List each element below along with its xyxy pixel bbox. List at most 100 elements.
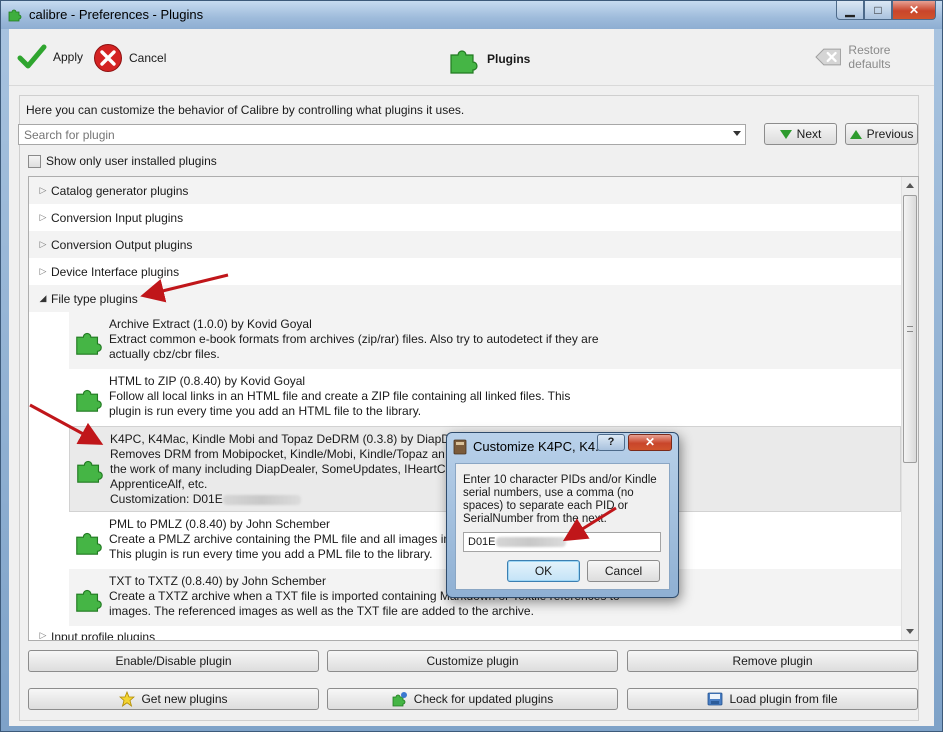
category-label: Catalog generator plugins: [51, 183, 189, 198]
dropdown-arrow-icon[interactable]: [733, 131, 741, 136]
plugins-section-label: Plugins: [487, 52, 531, 66]
plugin-name: K4PC, K4Mac, Kindle Mobi and Topaz DeDRM…: [110, 432, 464, 446]
customize-plugin-dialog: Customize K4PC, K4... ? ✕ Enter 10 chara…: [446, 432, 679, 598]
remove-plugin-button[interactable]: Remove plugin: [627, 650, 918, 672]
plugin-search-input[interactable]: [19, 125, 719, 144]
book-icon: [453, 439, 467, 455]
plugin-name: HTML to ZIP (0.8.40) by Kovid Goyal: [109, 374, 306, 388]
next-button[interactable]: Next: [764, 123, 837, 145]
previous-button[interactable]: Previous: [845, 123, 918, 145]
check-updated-plugins-label: Check for updated plugins: [413, 692, 554, 706]
dialog-body: Enter 10 character PIDs and/or Kindle se…: [455, 463, 670, 590]
puzzle-piece-icon: [76, 332, 102, 355]
plugin-description: Follow all local links in an HTML file a…: [109, 389, 571, 403]
intro-text: Here you can customize the behavior of C…: [26, 103, 465, 117]
customization-label: Customization: D01E: [110, 492, 223, 506]
expand-arrow-icon[interactable]: ▷: [29, 239, 51, 250]
enable-disable-plugin-button[interactable]: Enable/Disable plugin: [28, 650, 319, 672]
scrollbar-thumb[interactable]: [903, 195, 917, 463]
category-label: Input profile plugins: [51, 630, 156, 641]
ok-button[interactable]: OK: [507, 560, 580, 582]
preferences-client: Apply Cancel Plugins Restore defaults He…: [9, 29, 934, 726]
redacted-value: [222, 494, 301, 505]
close-button[interactable]: ✕: [892, 1, 936, 20]
enable-disable-label: Enable/Disable plugin: [115, 654, 232, 668]
puzzle-piece-icon: [8, 9, 22, 22]
user-plugins-label: Show only user installed plugins: [46, 154, 217, 168]
plugin-item-html-to-zip[interactable]: HTML to ZIP (0.8.40) by Kovid Goyal Foll…: [69, 369, 901, 426]
preferences-toolbar: Apply Cancel Plugins Restore defaults: [9, 29, 934, 86]
checkmark-icon: [17, 44, 47, 69]
get-new-plugins-button[interactable]: Get new plugins: [28, 688, 319, 710]
category-row-catalog[interactable]: ▷ Catalog generator plugins: [29, 177, 901, 204]
previous-label: Previous: [866, 127, 914, 141]
remove-plugin-label: Remove plugin: [732, 654, 813, 668]
expand-arrow-icon[interactable]: ▷: [29, 266, 51, 277]
scroll-up-icon[interactable]: [906, 183, 914, 188]
plugin-description-cont: plugin is run every time you add an HTML…: [109, 404, 422, 418]
puzzle-piece-icon: [76, 389, 102, 412]
plugin-description-cont: This plugin is run every time you add a …: [109, 547, 433, 561]
plugin-name: PML to PMLZ (0.8.40) by John Schember: [109, 517, 330, 531]
puzzle-piece-icon: [77, 460, 103, 483]
category-row-device-interface[interactable]: ▷ Device Interface plugins: [29, 258, 901, 285]
next-label: Next: [796, 127, 822, 141]
dialog-close-button[interactable]: ✕: [628, 434, 672, 451]
customize-plugin-button[interactable]: Customize plugin: [327, 650, 618, 672]
collapse-arrow-icon[interactable]: ◢: [29, 293, 51, 304]
puzzle-piece-icon: [76, 532, 102, 555]
minimize-button[interactable]: ▁: [836, 1, 864, 20]
title-bar[interactable]: calibre - Preferences - Plugins ▁ □ ✕: [1, 1, 942, 29]
load-plugin-from-file-button[interactable]: Load plugin from file: [627, 688, 918, 710]
disk-icon: [708, 692, 723, 706]
category-label: Device Interface plugins: [51, 264, 180, 279]
category-label: File type plugins: [51, 291, 138, 306]
expand-arrow-icon[interactable]: ▷: [29, 630, 51, 640]
get-new-plugins-label: Get new plugins: [141, 692, 228, 706]
puzzle-update-icon: [392, 692, 407, 707]
arrow-up-icon: [849, 129, 862, 139]
plugin-description-cont: actually cbz/cbr files.: [109, 347, 220, 361]
expand-arrow-icon[interactable]: ▷: [29, 185, 51, 196]
apply-label: Apply: [53, 50, 84, 64]
restore-defaults-button[interactable]: Restore defaults: [815, 43, 934, 71]
arrow-down-icon: [779, 129, 792, 139]
pid-input[interactable]: D01E: [463, 532, 661, 552]
category-row-input-profile[interactable]: ▷ Input profile plugins: [29, 626, 901, 641]
category-row-conversion-input[interactable]: ▷ Conversion Input plugins: [29, 204, 901, 231]
user-plugins-filter[interactable]: Show only user installed plugins: [28, 154, 217, 168]
plugin-description-cont: ApprenticeAlf, etc.: [110, 477, 208, 491]
plugin-search-combo[interactable]: [18, 124, 746, 145]
restore-defaults-label: Restore defaults: [848, 43, 891, 71]
plugin-item-archive-extract[interactable]: Archive Extract (1.0.0) by Kovid Goyal E…: [69, 312, 901, 369]
apply-button[interactable]: Apply: [17, 43, 83, 71]
plugins-section-header: Plugins: [447, 43, 530, 75]
plugin-description: Removes DRM from Mobipocket, Kindle/Mobi…: [110, 447, 445, 461]
plugin-description: Extract common e-book formats from archi…: [109, 332, 599, 346]
dialog-message: Enter 10 character PIDs and/or Kindle se…: [463, 474, 657, 525]
cancel-button[interactable]: Cancel: [93, 43, 166, 73]
scroll-down-icon[interactable]: [906, 629, 914, 634]
puzzle-star-icon: [119, 691, 136, 707]
expand-arrow-icon[interactable]: ▷: [29, 212, 51, 223]
help-button[interactable]: ?: [597, 434, 625, 451]
grip-icon: [907, 326, 913, 332]
load-plugin-label: Load plugin from file: [729, 692, 838, 706]
puzzle-piece-icon: [76, 589, 102, 612]
pid-input-value: D01E: [468, 536, 496, 548]
check-updated-plugins-button[interactable]: Check for updated plugins: [327, 688, 618, 710]
maximize-button[interactable]: □: [864, 1, 892, 20]
user-plugins-checkbox[interactable]: [28, 154, 41, 168]
plugin-tree-scrollbar[interactable]: [901, 177, 918, 640]
window-title: calibre - Preferences - Plugins: [29, 7, 204, 22]
plugin-description: Create a PMLZ archive containing the PML…: [109, 532, 451, 546]
category-row-file-type[interactable]: ◢ File type plugins: [29, 285, 901, 312]
window-controls: ▁ □ ✕: [836, 1, 936, 21]
puzzle-piece-icon: [450, 50, 478, 74]
plugin-name: Archive Extract (1.0.0) by Kovid Goyal: [109, 317, 312, 331]
category-row-conversion-output[interactable]: ▷ Conversion Output plugins: [29, 231, 901, 258]
dialog-cancel-button[interactable]: Cancel: [587, 560, 660, 582]
dialog-title: Customize K4PC, K4...: [473, 439, 606, 454]
cancel-x-icon: [94, 44, 122, 72]
category-label: Conversion Input plugins: [51, 210, 184, 225]
